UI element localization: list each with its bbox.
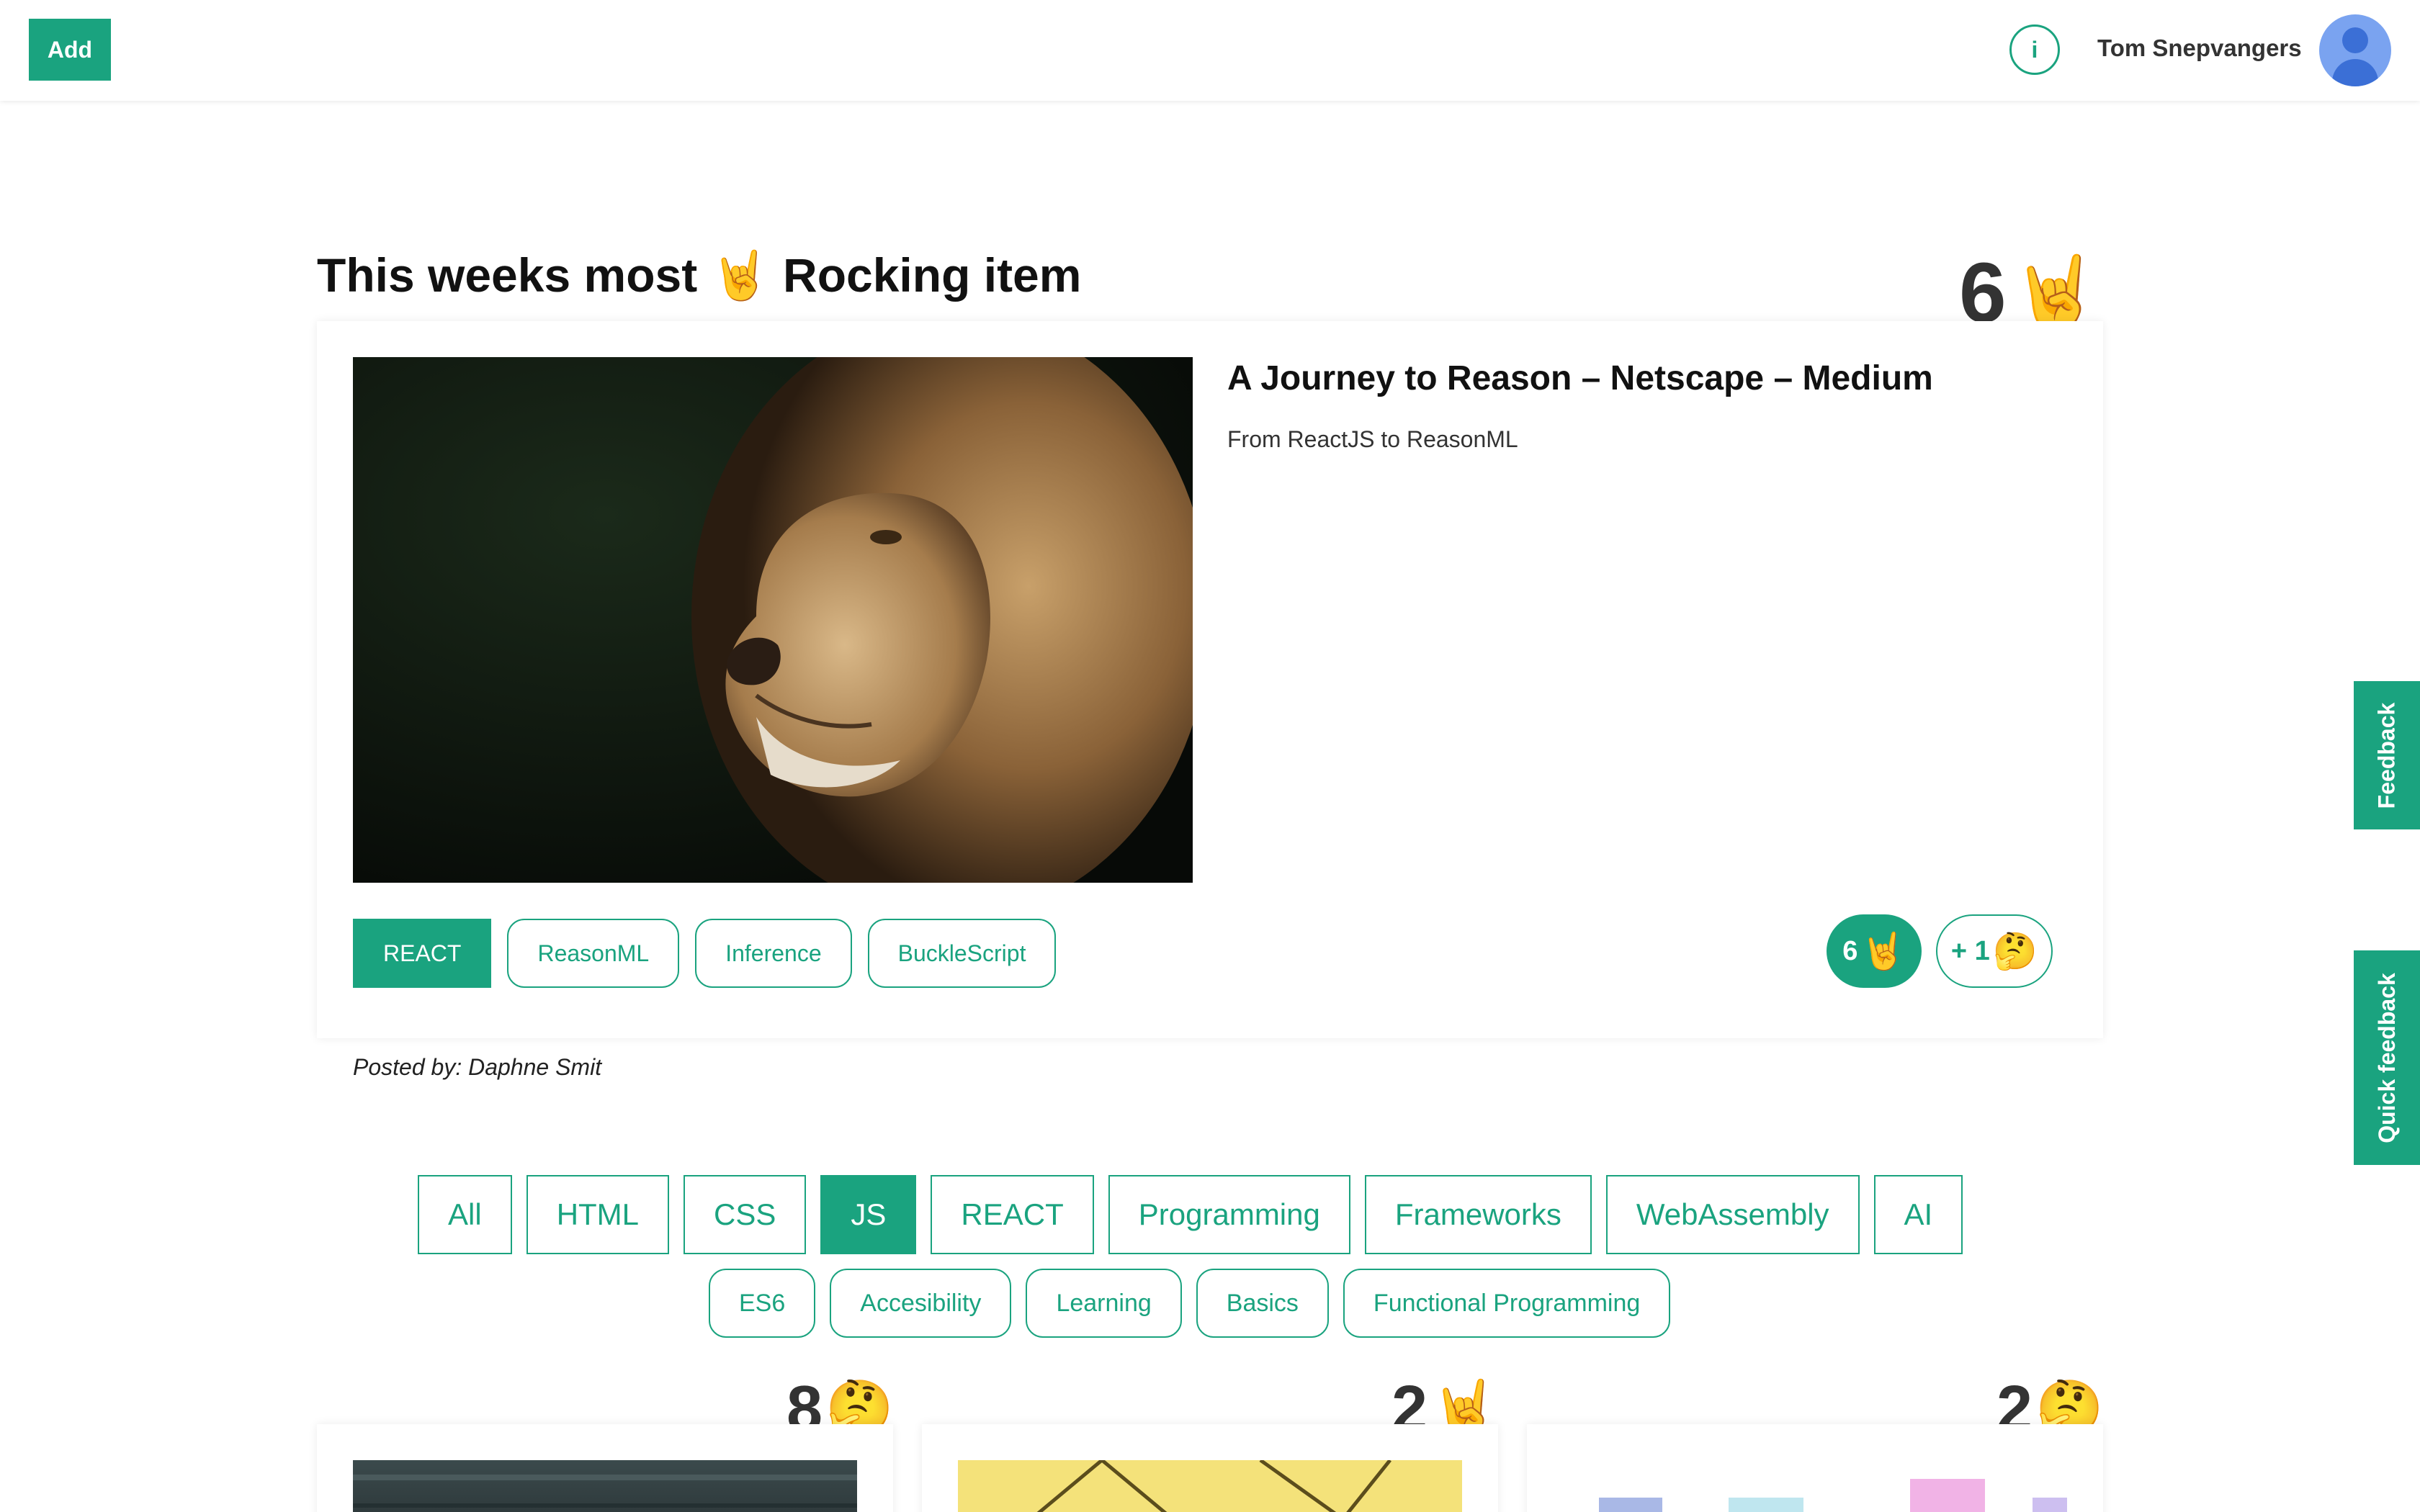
card-1-image-graphic [353, 1475, 857, 1508]
think-vote-count: + 1 [1950, 935, 1990, 966]
category-all[interactable]: All [418, 1175, 512, 1254]
item-card-2[interactable] [922, 1424, 1498, 1512]
section-title: This weeks most 🤘 Rocking item [317, 248, 1082, 302]
category-webassembly[interactable]: WebAssembly [1605, 1175, 1860, 1254]
category-filters: All HTML CSS JS REACT Programming Framew… [418, 1175, 1963, 1254]
item-title[interactable]: A Journey to Reason – Netscape – Medium [1227, 359, 1933, 398]
rock-vote-button[interactable]: 6 🤘 [1827, 914, 1922, 988]
item-description: From ReactJS to ReasonML [1227, 426, 1518, 452]
item-tags: REACT ReasonML Inference BuckleScript [353, 919, 1057, 988]
think-vote-button[interactable]: + 1 🤔 [1936, 914, 2053, 988]
subcategory-basics[interactable]: Basics [1196, 1269, 1329, 1338]
rock-vote-count: 6 [1842, 935, 1858, 966]
rock-hand-icon: 🤘 [2010, 253, 2101, 333]
user-name[interactable]: Tom Snepvangers [2097, 35, 2302, 62]
tag-reasonml[interactable]: ReasonML [507, 919, 680, 988]
avatar-head-icon [2342, 27, 2368, 53]
info-button[interactable]: i [2009, 24, 2060, 75]
category-css[interactable]: CSS [684, 1175, 807, 1254]
category-programming[interactable]: Programming [1108, 1175, 1350, 1254]
card-2-image-graphic [1036, 1460, 1392, 1512]
avatar[interactable] [2319, 14, 2391, 86]
card-3-image-graphic [1599, 1479, 2067, 1512]
quick-feedback-tab[interactable]: Quick feedback [2354, 950, 2420, 1165]
card-1-image[interactable] [353, 1460, 857, 1512]
thinking-face-icon: 🤔 [1992, 930, 2038, 971]
subcategory-es6[interactable]: ES6 [709, 1269, 816, 1338]
category-frameworks[interactable]: Frameworks [1364, 1175, 1592, 1254]
card-2-image[interactable] [958, 1460, 1462, 1512]
category-react[interactable]: REACT [931, 1175, 1094, 1254]
feedback-tab-label: Feedback [2373, 702, 2400, 809]
feedback-tab[interactable]: Feedback [2354, 681, 2420, 829]
lion-image-graphic [353, 357, 1193, 883]
subcategory-filters: ES6 Accesibility Learning Basics Functio… [709, 1269, 1671, 1338]
featured-card: A Journey to Reason – Netscape – Medium … [317, 321, 2103, 1038]
tag-react[interactable]: REACT [353, 919, 492, 988]
quick-feedback-tab-label: Quick feedback [2373, 972, 2400, 1143]
card-3-image[interactable] [1563, 1460, 2067, 1512]
top-bar: Add i Tom Snepvangers [0, 0, 2420, 101]
category-html[interactable]: HTML [526, 1175, 670, 1254]
category-ai[interactable]: AI [1873, 1175, 1963, 1254]
tag-bucklescript[interactable]: BuckleScript [867, 919, 1057, 988]
tag-inference[interactable]: Inference [695, 919, 852, 988]
subcategory-accesibility[interactable]: Accesibility [830, 1269, 1012, 1338]
posted-by: Posted by: Daphne Smit [353, 1054, 602, 1080]
subcategory-functional-programming[interactable]: Functional Programming [1343, 1269, 1671, 1338]
add-button[interactable]: Add [29, 19, 111, 81]
item-card-1[interactable] [317, 1424, 893, 1512]
category-js[interactable]: JS [820, 1175, 917, 1254]
page: Add i Tom Snepvangers Feedback Quick fee… [0, 0, 2420, 1512]
rock-hand-icon: 🤘 [1860, 930, 1906, 971]
item-card-3[interactable] [1527, 1424, 2103, 1512]
lion-image[interactable] [353, 357, 1193, 883]
avatar-body-icon [2332, 59, 2378, 86]
subcategory-learning[interactable]: Learning [1026, 1269, 1182, 1338]
